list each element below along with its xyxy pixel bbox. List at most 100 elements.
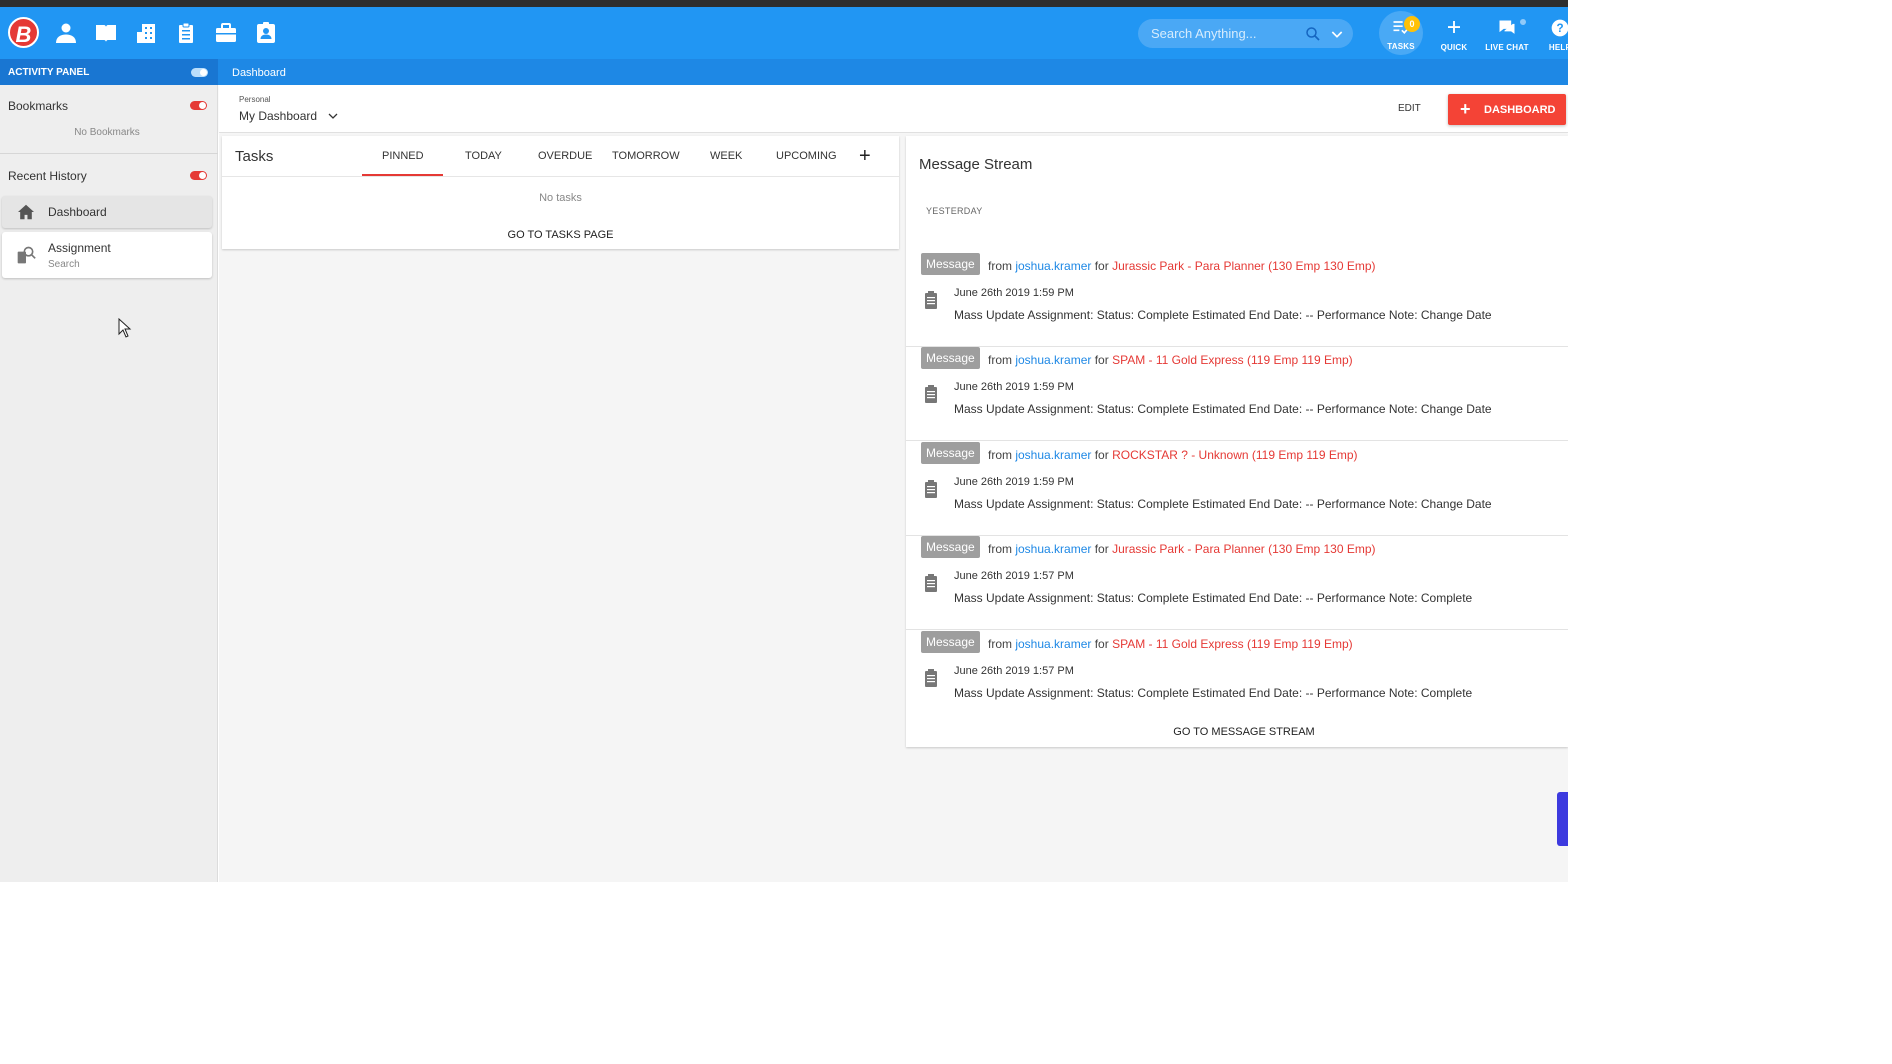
search-input[interactable]: Search Anything... — [1151, 26, 1257, 41]
message-day-label: YESTERDAY — [926, 206, 983, 216]
message-item: Message from joshua.kramer for SPAM - 11… — [906, 631, 1568, 725]
message-stream-widget: Message Stream YESTERDAY Message from jo… — [906, 136, 1568, 747]
svg-text:?: ? — [1556, 22, 1563, 35]
quick-label: QUICK — [1440, 43, 1468, 52]
chevron-down-icon[interactable] — [1329, 26, 1345, 42]
clipboard-icon — [925, 480, 937, 498]
dashboard-selector[interactable]: My Dashboard — [239, 109, 317, 123]
clipboard-icon — [925, 669, 937, 687]
message-meta: from joshua.kramer for SPAM - 11 Gold Ex… — [988, 637, 1353, 651]
message-date: June 26th 2019 1:59 PM — [954, 381, 1074, 393]
add-dashboard-button[interactable]: + DASHBOARD — [1448, 94, 1566, 125]
clipboard-icon[interactable] — [174, 21, 198, 45]
tab-today[interactable]: TODAY — [465, 150, 502, 162]
from-text: from — [988, 637, 1012, 651]
tab-overdue[interactable]: OVERDUE — [538, 150, 592, 162]
message-item: Message from joshua.kramer for SPAM - 11… — [906, 347, 1568, 441]
target-link[interactable]: Jurassic Park - Para Planner (130 Emp 13… — [1112, 259, 1375, 273]
user-link[interactable]: joshua.kramer — [1015, 542, 1091, 556]
message-date: June 26th 2019 1:57 PM — [954, 665, 1074, 677]
window-top-strip — [0, 0, 1568, 7]
quick-button[interactable]: QUICK — [1429, 15, 1479, 55]
user-link[interactable]: joshua.kramer — [1015, 637, 1091, 651]
tab-pinned[interactable]: PINNED — [382, 150, 424, 162]
plus-icon — [1448, 21, 1460, 33]
go-to-message-stream-button[interactable]: GO TO MESSAGE STREAM — [906, 726, 1568, 738]
message-divider — [906, 440, 1568, 441]
message-divider — [906, 629, 1568, 630]
history-item-assignment[interactable]: Assignment Search — [2, 232, 212, 278]
plus-icon: + — [1460, 99, 1471, 119]
message-meta: from joshua.kramer for ROCKSTAR ? - Unkn… — [988, 448, 1358, 462]
app-bar: B Search Anything... TASKS 0 QUICK LIVE … — [0, 7, 1568, 59]
global-search[interactable]: Search Anything... — [1138, 19, 1353, 48]
message-text: Mass Update Assignment: Status: Complete… — [954, 591, 1473, 605]
from-text: from — [988, 542, 1012, 556]
message-item: Message from joshua.kramer for ROCKSTAR … — [906, 442, 1568, 536]
briefcase-icon[interactable] — [214, 21, 238, 45]
mouse-cursor-icon — [118, 318, 132, 338]
tasks-label: TASKS — [1387, 42, 1415, 51]
for-text: for — [1094, 637, 1109, 651]
tab-tomorrow[interactable]: TOMORROW — [612, 150, 680, 162]
sidebar-divider — [0, 153, 218, 154]
message-type-badge: Message — [921, 631, 980, 653]
home-icon — [18, 204, 34, 220]
contact-badge-icon[interactable] — [254, 21, 278, 45]
history-item-label: Dashboard — [48, 205, 107, 219]
dashboard-header: Personal My Dashboard EDIT + DASHBOARD — [219, 85, 1568, 133]
breadcrumb[interactable]: Dashboard — [232, 67, 286, 79]
target-link[interactable]: ROCKSTAR ? - Unknown (119 Emp 119 Emp) — [1112, 448, 1357, 462]
user-link[interactable]: joshua.kramer — [1015, 448, 1091, 462]
activity-panel-header: ACTIVITY PANEL — [0, 59, 218, 85]
tab-week[interactable]: WEEK — [710, 150, 742, 162]
message-type-badge: Message — [921, 347, 980, 369]
tab-upcoming[interactable]: UPCOMING — [776, 150, 837, 162]
for-text: for — [1094, 353, 1109, 367]
bookmarks-empty: No Bookmarks — [74, 127, 140, 138]
message-type-badge: Message — [921, 442, 980, 464]
user-link[interactable]: joshua.kramer — [1015, 353, 1091, 367]
for-text: for — [1094, 259, 1109, 273]
activity-panel-label: ACTIVITY PANEL — [8, 67, 90, 78]
person-icon[interactable] — [54, 21, 78, 45]
sub-bar: ACTIVITY PANEL Dashboard — [0, 59, 1568, 85]
history-item-label: Assignment — [48, 241, 111, 255]
tasks-widget: Tasks PINNED TODAY OVERDUE TOMORROW WEEK… — [222, 136, 899, 249]
target-link[interactable]: SPAM - 11 Gold Express (119 Emp 119 Emp) — [1112, 637, 1353, 651]
tasks-title: Tasks — [235, 148, 274, 165]
help-button[interactable]: ? HELP — [1535, 15, 1568, 55]
book-icon[interactable] — [94, 21, 118, 45]
clipboard-icon — [925, 385, 937, 403]
user-link[interactable]: joshua.kramer — [1015, 259, 1091, 273]
side-chat-tab[interactable] — [1557, 792, 1568, 846]
recent-history-toggle[interactable] — [190, 171, 207, 180]
message-type-badge: Message — [921, 536, 980, 558]
go-to-tasks-button[interactable]: GO TO TASKS PAGE — [222, 229, 899, 241]
add-tab-plus-icon[interactable]: + — [859, 146, 871, 166]
history-item-dashboard[interactable]: Dashboard — [2, 196, 212, 228]
app-page: B Search Anything... TASKS 0 QUICK LIVE … — [0, 0, 1568, 882]
activity-panel: Bookmarks No Bookmarks Recent History Da… — [0, 85, 218, 882]
target-link[interactable]: SPAM - 11 Gold Express (119 Emp 119 Emp) — [1112, 353, 1353, 367]
app-logo[interactable]: B — [8, 17, 39, 48]
tasks-count-badge: 0 — [1404, 16, 1420, 32]
message-text: Mass Update Assignment: Status: Complete… — [954, 686, 1473, 700]
search-icon[interactable] — [1304, 25, 1322, 43]
building-icon[interactable] — [134, 21, 158, 45]
help-icon: ? — [1551, 19, 1568, 37]
message-text: Mass Update Assignment: Status: Complete… — [954, 308, 1492, 322]
edit-dashboard-button[interactable]: EDIT — [1398, 103, 1421, 114]
from-text: from — [988, 259, 1012, 273]
bookmarks-title: Bookmarks — [8, 99, 69, 113]
bookmarks-toggle[interactable] — [190, 101, 207, 110]
message-type-badge: Message — [921, 253, 980, 275]
for-text: for — [1094, 448, 1109, 462]
activity-panel-toggle[interactable] — [191, 68, 208, 77]
message-meta: from joshua.kramer for Jurassic Park - P… — [988, 542, 1376, 556]
message-date: June 26th 2019 1:59 PM — [954, 476, 1074, 488]
chevron-down-icon[interactable] — [327, 110, 339, 122]
message-date: June 26th 2019 1:59 PM — [954, 287, 1074, 299]
target-link[interactable]: Jurassic Park - Para Planner (130 Emp 13… — [1112, 542, 1375, 556]
history-item-sublabel: Search — [48, 259, 80, 270]
